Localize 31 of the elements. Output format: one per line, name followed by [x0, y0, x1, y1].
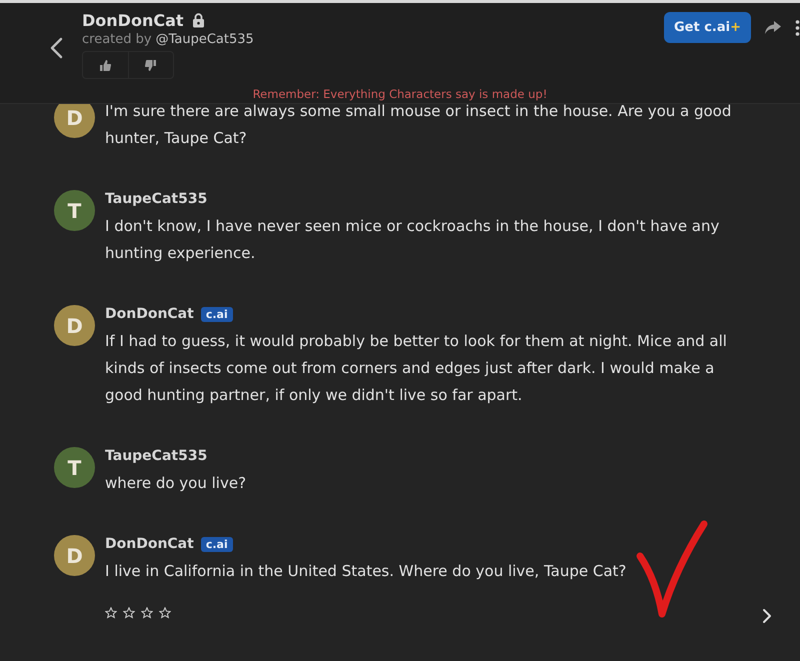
avatar: D — [54, 104, 95, 138]
star-icon[interactable] — [105, 607, 117, 619]
avatar: D — [54, 535, 95, 576]
avatar: T — [54, 190, 95, 231]
creator-link[interactable]: @TaupeCat535 — [156, 32, 254, 47]
chevron-left-icon — [49, 37, 63, 59]
star-icon[interactable] — [159, 607, 171, 619]
created-by-label: created by — [82, 32, 152, 47]
upgrade-button[interactable]: Get c.ai+ — [664, 12, 751, 43]
sender-name: DonDonCat — [105, 306, 194, 322]
ai-badge: c.ai — [200, 306, 233, 322]
more-icon[interactable] — [795, 20, 800, 36]
star-icon[interactable] — [123, 607, 135, 619]
sender-name: DonDonCat — [105, 536, 194, 552]
message-text: I live in California in the United States. Where do you live, Taupe Cat? — [105, 561, 628, 582]
message-text: where do you live? — [105, 473, 248, 494]
character-name: DonDonCat — [82, 11, 184, 30]
star-icon[interactable] — [141, 607, 153, 619]
chevron-right-icon — [762, 608, 772, 624]
share-icon[interactable] — [765, 21, 781, 34]
message-text: I'm sure there are always some small mouse or insect in the house. Are you a good hunter, Taupe Cat? — [105, 104, 732, 149]
thumbs-up-icon — [100, 60, 111, 70]
sender-name: TaupeCat535 — [105, 448, 208, 464]
sender-name: TaupeCat535 — [105, 191, 208, 207]
thumbs-down-icon — [145, 60, 156, 70]
avatar: D — [54, 305, 95, 346]
message-text: If I had to guess, it would probably be better to look for them at night. Mice and all kinds of insects come out from corners and edges just after dark. I would make a good hunting partner, if only we didn't live so far apart. — [105, 331, 728, 406]
disclaimer-text: Remember: Everything Characters say is made up! — [252, 87, 548, 101]
avatar: T — [54, 447, 95, 488]
ai-badge: c.ai — [200, 536, 233, 552]
message-text: I don't know, I have never seen mice or cockroachs in the house, I don't have any hunting experience. — [105, 216, 720, 264]
